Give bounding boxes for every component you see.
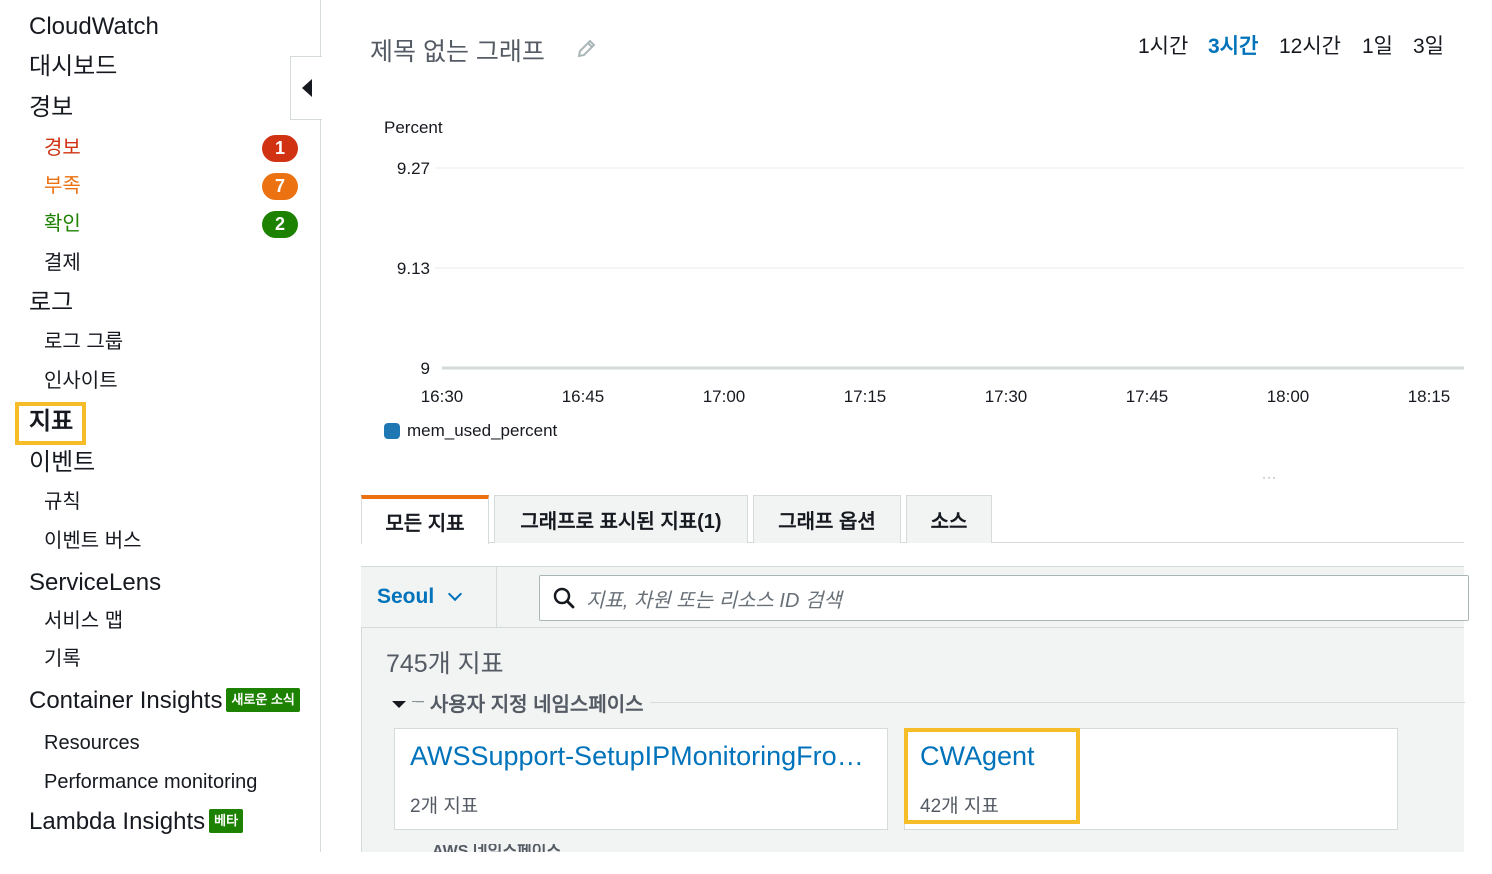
beta-badge: 베타 [209,808,244,833]
sidebar-item-service-map[interactable]: 서비스 맵 [44,609,123,633]
legend-swatch [384,423,400,439]
x-tick-label: 17:15 [844,387,887,406]
chart-legend[interactable]: mem_used_percent [384,421,557,441]
sidebar-item-lambda-insights[interactable]: Lambda Insights 베타 [29,808,244,836]
chevron-down-icon [448,586,463,602]
tab-source[interactable]: 소스 [906,495,992,543]
search-placeholder: 지표, 차원 또는 리소스 ID 검색 [586,589,842,612]
sidebar-item-servicelens[interactable]: ServiceLens [29,569,161,597]
sidebar-item-dashboards[interactable]: 대시보드 [29,53,117,81]
cwagent-highlight-box [904,728,1080,824]
new-badge: 새로운 소식 [226,687,300,712]
legend-label: mem_used_percent [407,421,558,440]
y-tick-label: 9.27 [397,159,430,178]
sidebar-item-alarms[interactable]: 경보 [29,94,73,122]
sidebar-item-traces[interactable]: 기록 [44,647,81,671]
namespace-group-label: 사용자 지정 네임스페이스 [424,688,650,717]
time-range-1d[interactable]: 1일 [1362,30,1393,60]
sidebar-item-rules[interactable]: 규칙 [44,490,81,514]
graph-title: 제목 없는 그래프 [370,38,545,66]
pencil-icon[interactable] [575,38,597,60]
caret-left-icon [302,79,312,97]
sidebar-item-event-buses[interactable]: 이벤트 버스 [44,529,142,553]
ok-count-badge: 2 [262,211,298,238]
metric-count: 745개 지표 [386,650,504,678]
region-selector[interactable]: Seoul [361,567,497,627]
lambda-insights-label: Lambda Insights [29,808,206,835]
y-tick-label: 9 [421,359,430,378]
sidebar-item-insufficient-data[interactable]: 부족 [44,174,81,198]
search-icon [553,587,575,609]
sidebar-collapse-button[interactable] [290,56,322,120]
x-tick-label: 16:30 [421,387,464,406]
sidebar-item-log-groups[interactable]: 로그 그룹 [44,330,123,354]
time-range-3h[interactable]: 3시간 [1208,30,1258,60]
sidebar-item-performance-monitoring[interactable]: Performance monitoring [44,770,257,794]
caret-down-icon [392,701,406,708]
sidebar-item-billing[interactable]: 결제 [44,251,81,275]
tab-all-metrics[interactable]: 모든 지표 [361,495,489,544]
metrics-tabs: 모든 지표 그래프로 표시된 지표(1) 그래프 옵션 소스 [361,495,1464,544]
time-range-3d[interactable]: 3일 [1413,30,1444,60]
namespace-group-header[interactable]: 사용자 지정 네임스페이스 [392,688,1465,717]
tab-graphed-metrics[interactable]: 그래프로 표시된 지표(1) [494,495,748,543]
namespace-link[interactable]: AWSSupport-SetupIPMonitoringFromVPC [410,741,872,772]
sidebar-nav: CloudWatch 대시보드 경보 경보 1 부족 7 확인 2 결제 로그 … [0,0,321,852]
namespace-metric-count: 2개 지표 [410,796,479,817]
metric-line-chart[interactable]: Percent 9.27 9.13 9 16:30 16:45 17:00 17:15 17… [360,110,1470,450]
x-tick-label: 18:15 [1408,387,1451,406]
sidebar-item-ok[interactable]: 확인 [44,212,81,236]
time-range-12h[interactable]: 12시간 [1279,30,1341,60]
namespace-card[interactable]: AWSSupport-SetupIPMonitoringFromVPC 2개 지… [394,728,888,830]
region-label: Seoul [377,585,435,608]
sidebar-item-metrics[interactable]: 지표 [29,408,73,436]
alarm-count-badge: 1 [262,135,298,162]
tab-graph-options[interactable]: 그래프 옵션 [753,495,901,543]
search-toolbar: Seoul 지표, 차원 또는 리소스 ID 검색 [361,566,1469,628]
divider-dash [412,701,424,702]
insufficient-count-badge: 7 [262,173,298,200]
x-tick-label: 16:45 [562,387,605,406]
sidebar-item-alarm-state[interactable]: 경보 [44,136,81,160]
time-range-1h[interactable]: 1시간 [1138,30,1188,60]
namespace-group-header-partial: AWS 네임스페이스 [432,844,561,852]
y-tick-label: 9.13 [397,259,430,278]
sidebar-item-events[interactable]: 이벤트 [29,449,95,477]
metric-search-input[interactable]: 지표, 차원 또는 리소스 ID 검색 [539,575,1469,621]
metrics-browser: 745개 지표 사용자 지정 네임스페이스 AWSSupport-SetupIP… [361,628,1465,852]
y-axis-label: Percent [384,118,443,137]
resize-handle[interactable]: ··· [1262,470,1277,484]
x-tick-label: 17:45 [1126,387,1169,406]
sidebar-item-container-insights[interactable]: Container Insights 새로운 소식 [29,687,300,715]
sidebar-item-cloudwatch[interactable]: CloudWatch [29,13,159,41]
sidebar-item-insights[interactable]: 인사이트 [44,369,118,393]
sidebar-item-resources[interactable]: Resources [44,731,140,755]
sidebar-item-logs[interactable]: 로그 [29,289,73,317]
x-tick-label: 17:30 [985,387,1028,406]
x-tick-label: 17:00 [703,387,746,406]
container-insights-label: Container Insights [29,687,223,714]
x-tick-label: 18:00 [1267,387,1310,406]
